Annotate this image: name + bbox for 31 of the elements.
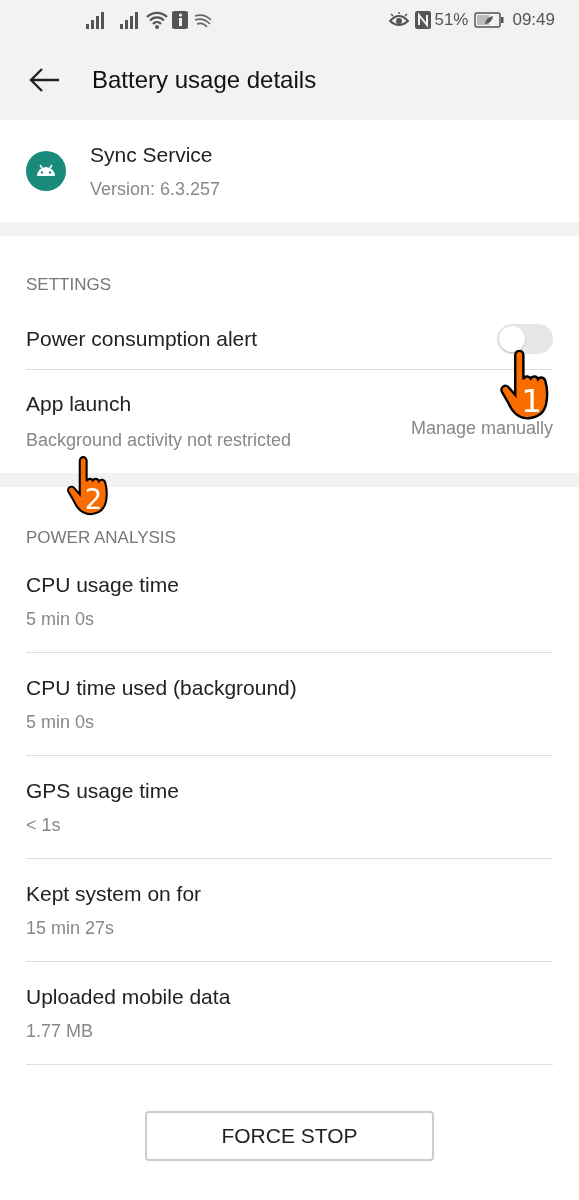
swipe-icon (194, 12, 212, 28)
app-version: Version: 6.3.257 (90, 178, 221, 202)
stat-label: GPS usage time (26, 777, 180, 804)
stat-label: CPU time used (background) (26, 674, 298, 701)
step-number: 2 (84, 482, 103, 515)
app-name: Sync Service (90, 141, 214, 168)
stat-label: Kept system on for (26, 880, 203, 907)
stat-value: 5 min 0s (26, 608, 96, 632)
section-header: POWER ANALYSIS (26, 527, 176, 547)
android-app-icon (26, 151, 66, 191)
stat-value: 15 min 27s (26, 917, 116, 941)
clock: 09:49 (512, 9, 555, 32)
setting-label: Power consumption alert (26, 326, 258, 353)
toggle-switch[interactable] (497, 324, 553, 354)
stat-value: 5 min 0s (26, 711, 96, 735)
screen-title: Battery usage details (92, 65, 317, 95)
setting-label: App launch (26, 390, 133, 417)
battery-percent: 51% (434, 9, 469, 32)
stat-label: Uploaded mobile data (26, 983, 232, 1010)
stat-value: < 1s (26, 814, 62, 838)
stat-label: CPU usage time (26, 571, 180, 598)
nfc-icon (415, 11, 432, 29)
wifi-icon (146, 11, 168, 29)
stat-value: 1.77 MB (26, 1020, 95, 1044)
battery-icon (474, 12, 505, 28)
setting-description: Background activity not restricted (26, 429, 292, 453)
back-arrow-icon[interactable] (28, 67, 60, 93)
force-stop-button[interactable]: FORCE STOP (145, 1111, 434, 1161)
section-header: SETTINGS (26, 275, 111, 294)
eye-icon (389, 12, 410, 28)
info-icon (172, 11, 188, 29)
